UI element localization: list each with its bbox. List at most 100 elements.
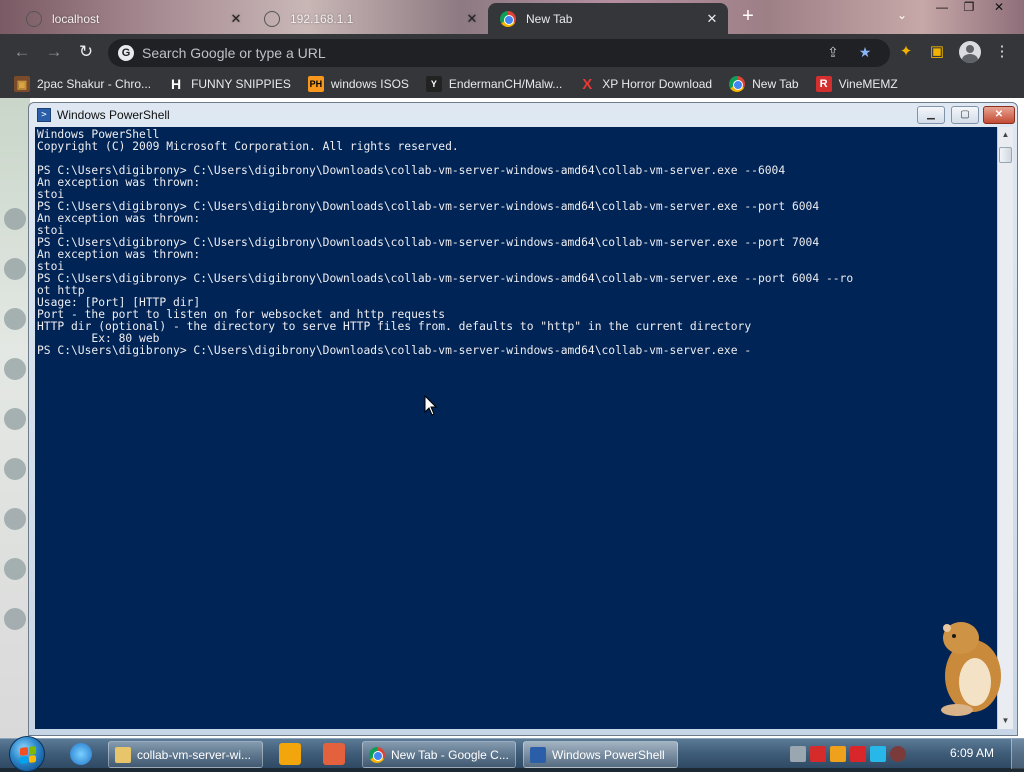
close-window-icon[interactable]: ✕ bbox=[985, 0, 1013, 18]
shopping-bag-icon: ▣ bbox=[14, 76, 30, 92]
close-icon[interactable]: ✕ bbox=[464, 11, 480, 27]
social-icon bbox=[4, 208, 26, 230]
google-g-icon: G bbox=[118, 45, 134, 61]
yp-logo-icon: Y bbox=[425, 76, 442, 92]
close-icon[interactable]: ✕ bbox=[228, 11, 244, 27]
address-bar[interactable]: G ⇪ ★ bbox=[108, 39, 890, 67]
search-input[interactable] bbox=[142, 43, 802, 63]
bookmark-item[interactable]: PH windows ISOS bbox=[307, 76, 409, 92]
social-icon bbox=[4, 308, 26, 330]
forward-arrow-icon[interactable]: → bbox=[43, 41, 65, 63]
extensions-puzzle-icon[interactable]: ✦ bbox=[896, 42, 916, 62]
close-button[interactable]: ✕ bbox=[983, 106, 1015, 124]
bookmark-label: 2pac Shakur - Chro... bbox=[37, 77, 152, 91]
tab-search-chevron-icon[interactable]: ⌄ bbox=[897, 8, 907, 22]
back-arrow-icon[interactable]: ← bbox=[11, 41, 33, 63]
tray-network-icon[interactable] bbox=[790, 746, 806, 762]
hamster-desktop-pet-icon bbox=[941, 622, 1001, 716]
globe-icon bbox=[264, 10, 280, 27]
minimize-button[interactable]: ▁ bbox=[917, 106, 945, 124]
tray-antivirus-icon[interactable] bbox=[810, 746, 826, 762]
tray-search-icon[interactable] bbox=[830, 746, 846, 762]
page-left-strip bbox=[0, 98, 30, 738]
reload-icon[interactable]: ↻ bbox=[75, 41, 97, 63]
chrome-icon bbox=[369, 746, 385, 763]
r-logo-icon: R bbox=[815, 76, 832, 92]
console-text: Windows PowerShell Copyright (C) 2009 Mi… bbox=[37, 128, 854, 357]
bookmark-item[interactable]: X XP Horror Download bbox=[579, 75, 713, 93]
bookmark-label: windows ISOS bbox=[330, 77, 409, 91]
scroll-up-icon[interactable]: ▲ bbox=[998, 127, 1013, 143]
system-tray bbox=[790, 746, 906, 762]
window-title: Windows PowerShell bbox=[57, 108, 170, 122]
tab-router[interactable]: 192.168.1.1 ✕ bbox=[252, 3, 488, 34]
tab-localhost[interactable]: localhost ✕ bbox=[14, 3, 252, 34]
tray-volume-icon[interactable] bbox=[890, 746, 906, 762]
taskbar-item-chrome[interactable]: New Tab - Google C... bbox=[362, 741, 516, 768]
powershell-window[interactable]: > Windows PowerShell ▁ ▢ ✕ Windows Power… bbox=[28, 102, 1018, 736]
maximize-icon[interactable]: ❐ bbox=[955, 0, 983, 18]
mouse-pointer-icon bbox=[424, 395, 438, 416]
globe-icon bbox=[26, 10, 42, 27]
bookmark-label: EndermanCH/Malw... bbox=[448, 77, 563, 91]
tray-flag-icon[interactable] bbox=[850, 746, 866, 762]
start-button[interactable] bbox=[9, 736, 45, 772]
show-desktop-button[interactable] bbox=[1011, 739, 1024, 769]
powershell-icon bbox=[530, 746, 546, 763]
social-icon bbox=[4, 558, 26, 580]
bookmark-item[interactable]: Y EndermanCH/Malw... bbox=[425, 76, 563, 92]
bookmark-item[interactable]: H FUNNY SNIPPIES bbox=[168, 76, 291, 92]
share-icon[interactable]: ⇪ bbox=[824, 44, 842, 62]
tray-display-icon[interactable] bbox=[870, 746, 886, 762]
media-player-icon[interactable] bbox=[279, 743, 301, 765]
system-clock[interactable]: 6:09 AM bbox=[950, 746, 994, 760]
browser-toolbar: ← → ↻ G ⇪ ★ ✦ ▣ ⋮ bbox=[0, 34, 1024, 70]
close-icon[interactable]: ✕ bbox=[704, 11, 720, 27]
bookmark-item[interactable]: ▣ 2pac Shakur - Chro... bbox=[14, 76, 151, 92]
scroll-thumb[interactable] bbox=[999, 147, 1012, 163]
side-panel-icon[interactable]: ▣ bbox=[927, 42, 947, 62]
tab-new-tab[interactable]: New Tab ✕ bbox=[488, 3, 728, 34]
social-icon bbox=[4, 608, 26, 630]
social-icon bbox=[4, 458, 26, 480]
powershell-icon: > bbox=[37, 108, 51, 122]
social-icon bbox=[4, 508, 26, 530]
maximize-button[interactable]: ▢ bbox=[951, 106, 979, 124]
minimize-icon[interactable]: — bbox=[928, 0, 956, 18]
bookmark-item[interactable]: New Tab bbox=[729, 76, 799, 92]
browser-tab-strip: localhost ✕ 192.168.1.1 ✕ New Tab ✕ + ⌄ … bbox=[0, 0, 1024, 34]
ph-logo-icon: PH bbox=[307, 76, 324, 92]
taskbar-item-label: Windows PowerShell bbox=[552, 747, 665, 762]
social-icon bbox=[4, 358, 26, 380]
taskbar-item-label: collab-vm-server-wi... bbox=[137, 747, 252, 762]
chrome-icon bbox=[500, 10, 516, 27]
chrome-icon bbox=[729, 76, 746, 92]
menu-kebab-icon[interactable]: ⋮ bbox=[992, 42, 1012, 62]
taskbar-item-folder[interactable]: collab-vm-server-wi... bbox=[108, 741, 263, 768]
powershell-titlebar[interactable]: > Windows PowerShell ▁ ▢ ✕ bbox=[29, 103, 1017, 127]
h-logo-icon: H bbox=[171, 76, 182, 92]
tab-title: localhost bbox=[52, 11, 100, 26]
bookmark-item[interactable]: R VineMEMZ bbox=[815, 76, 898, 92]
paint-icon[interactable] bbox=[323, 743, 345, 765]
bookmark-label: XP Horror Download bbox=[602, 77, 713, 91]
bookmark-label: VineMEMZ bbox=[838, 77, 898, 91]
bookmark-label: New Tab bbox=[752, 77, 799, 91]
windows-taskbar: collab-vm-server-wi... New Tab - Google … bbox=[0, 736, 1024, 772]
folder-icon bbox=[115, 746, 131, 763]
social-icon bbox=[4, 258, 26, 280]
bookmarks-bar: ▣ 2pac Shakur - Chro... H FUNNY SNIPPIES… bbox=[0, 70, 1024, 98]
new-tab-button[interactable]: + bbox=[737, 6, 759, 28]
console-output[interactable]: Windows PowerShell Copyright (C) 2009 Mi… bbox=[35, 127, 997, 729]
taskbar-item-label: New Tab - Google C... bbox=[391, 747, 509, 762]
tab-title: New Tab bbox=[526, 11, 573, 26]
bookmark-star-icon[interactable]: ★ bbox=[856, 44, 874, 62]
windows-flag-icon bbox=[20, 746, 36, 764]
taskbar-item-powershell[interactable]: Windows PowerShell bbox=[523, 741, 678, 768]
internet-explorer-icon[interactable] bbox=[70, 743, 92, 765]
social-icon bbox=[4, 408, 26, 430]
profile-avatar[interactable] bbox=[959, 41, 981, 63]
tab-title: 192.168.1.1 bbox=[290, 11, 354, 26]
bookmark-label: FUNNY SNIPPIES bbox=[191, 77, 291, 91]
x-logo-icon: X bbox=[582, 75, 593, 93]
